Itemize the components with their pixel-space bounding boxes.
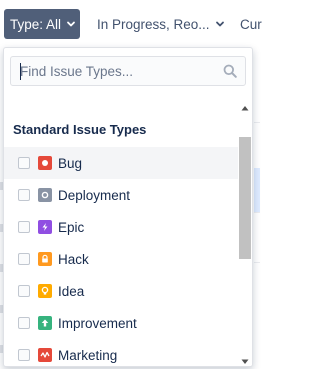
search-input[interactable] <box>11 57 211 85</box>
list-item-improvement[interactable]: Improvement <box>4 307 238 339</box>
item-label: Epic <box>58 219 85 235</box>
scroll-down-arrow-icon[interactable] <box>241 352 249 364</box>
more-filter-button[interactable]: Cur <box>236 9 266 39</box>
checkbox[interactable] <box>18 221 30 233</box>
idea-icon <box>38 284 52 298</box>
scrollbar[interactable] <box>238 94 252 366</box>
deployment-icon <box>38 188 52 202</box>
filter-bar: Type: All In Progress, Reo... Cur <box>0 0 262 48</box>
list-item-marketing[interactable]: Marketing <box>4 339 238 366</box>
checkbox[interactable] <box>18 189 30 201</box>
background-highlight <box>254 168 260 212</box>
checkbox[interactable] <box>18 317 30 329</box>
improvement-icon <box>38 316 52 330</box>
item-label: Marketing <box>58 347 118 363</box>
group-heading: Standard Issue Types <box>13 122 147 137</box>
background-divider <box>254 262 260 263</box>
item-label: Deployment <box>58 187 131 203</box>
background-divider <box>254 212 260 213</box>
list-item-idea[interactable]: Idea <box>4 275 238 307</box>
checkbox[interactable] <box>18 349 30 361</box>
more-filter-label: Cur <box>240 16 262 32</box>
item-label: Idea <box>58 283 85 299</box>
item-label: Improvement <box>58 315 137 331</box>
issue-type-dropdown: Standard Issue Types Bug Deployment Epic <box>3 47 253 367</box>
list-item-epic[interactable]: Epic <box>4 211 238 243</box>
hack-icon <box>38 252 52 266</box>
item-label: Hack <box>58 251 89 267</box>
background-divider <box>254 122 260 123</box>
status-filter-label: In Progress, Reo... <box>97 16 210 32</box>
checkbox[interactable] <box>18 253 30 265</box>
status-filter-button[interactable]: In Progress, Reo... <box>89 9 225 39</box>
text-cursor <box>20 63 21 80</box>
type-filter-label: Type: All <box>10 16 62 32</box>
item-label: Bug <box>58 155 83 171</box>
marketing-icon <box>38 348 52 362</box>
chevron-down-icon <box>215 19 225 29</box>
list-item-bug[interactable]: Bug <box>4 147 238 179</box>
checkbox[interactable] <box>18 157 30 169</box>
checkbox[interactable] <box>18 285 30 297</box>
list-item-hack[interactable]: Hack <box>4 243 238 275</box>
search-box <box>10 56 246 86</box>
type-filter-button[interactable]: Type: All <box>4 9 80 39</box>
epic-icon <box>38 220 52 234</box>
issue-type-list: Standard Issue Types Bug Deployment Epic <box>4 94 252 366</box>
bug-icon <box>38 156 52 170</box>
list-item-deployment[interactable]: Deployment <box>4 179 238 211</box>
search-icon <box>223 64 237 78</box>
scroll-up-arrow-icon[interactable] <box>241 98 249 111</box>
scrollbar-thumb[interactable] <box>239 137 251 259</box>
chevron-down-icon <box>66 19 76 29</box>
